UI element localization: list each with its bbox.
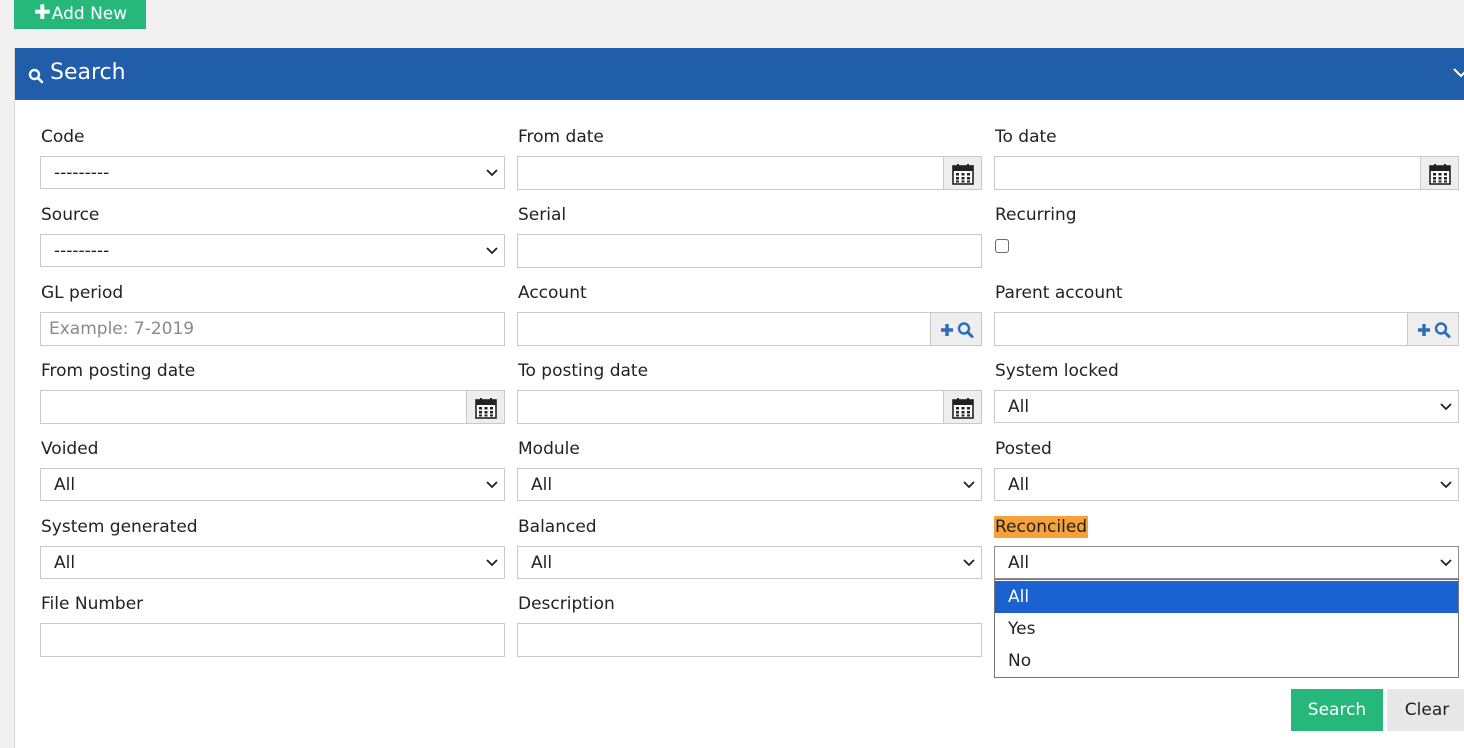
description-label: Description [518,594,615,614]
balanced-select[interactable]: All [517,546,982,579]
calendar-icon [952,398,974,419]
account-label: Account [518,283,587,303]
code-select[interactable]: --------- [40,156,505,189]
reconciled-dropdown-list: All Yes No [994,579,1459,678]
plus-icon: ✚ [34,0,51,24]
from-posting-date-calendar-button[interactable] [466,390,505,424]
parent-account-lookup-button[interactable] [1407,312,1459,346]
posted-value: All [1008,475,1030,495]
source-label: Source [41,205,100,225]
from-posting-date-label: From posting date [41,361,196,381]
from-date-label: From date [518,127,604,147]
serial-label: Serial [518,205,567,225]
system-generated-label: System generated [41,517,198,537]
chevron-down-icon [1440,481,1452,489]
add-new-button[interactable]: ✚Add New [14,0,146,29]
voided-label: Voided [41,439,99,459]
chevron-down-icon [1440,403,1452,411]
file-number-input[interactable] [40,623,505,657]
reconciled-value: All [1008,553,1030,573]
recurring-checkbox[interactable] [995,239,1009,253]
file-number-label: File Number [41,594,144,614]
lookup-add-search-icon [1418,322,1451,338]
to-date-calendar-button[interactable] [1420,156,1459,190]
reconciled-label: Reconciled [994,516,1089,538]
system-locked-select[interactable]: All [994,390,1459,423]
module-select[interactable]: All [517,468,982,501]
panel-title: Search [50,60,126,85]
collapse-chevron-icon[interactable] [1453,66,1464,80]
account-lookup-button[interactable] [930,312,982,346]
module-label: Module [518,439,580,459]
from-date-input[interactable] [517,156,982,190]
calendar-icon [1429,164,1451,185]
posted-label: Posted [995,439,1052,459]
from-posting-date-input[interactable] [40,390,505,424]
voided-select[interactable]: All [40,468,505,501]
serial-input[interactable] [517,234,982,268]
system-locked-value: All [1008,397,1030,417]
system-generated-value: All [54,553,76,573]
balanced-value: All [531,553,553,573]
reconciled-option-all[interactable]: All [995,581,1458,613]
chevron-down-icon [963,559,975,567]
calendar-icon [475,398,497,419]
chevron-down-icon [486,481,498,489]
chevron-down-icon [1440,559,1452,567]
search-button[interactable]: Search [1291,689,1383,731]
to-posting-date-calendar-button[interactable] [943,390,982,424]
system-generated-select[interactable]: All [40,546,505,579]
voided-value: All [54,475,76,495]
parent-account-input[interactable] [994,312,1459,346]
parent-account-label: Parent account [995,283,1123,303]
recurring-label: Recurring [995,205,1077,225]
from-date-calendar-button[interactable] [943,156,982,190]
source-select[interactable]: --------- [40,234,505,267]
code-label: Code [41,127,85,147]
reconciled-option-yes[interactable]: Yes [995,613,1458,645]
gl-period-placeholder: Example: 7-2019 [49,319,195,339]
source-select-value: --------- [54,241,110,261]
to-date-label: To date [995,127,1057,147]
account-input[interactable] [517,312,982,346]
search-panel-header[interactable]: Search [15,48,1464,100]
to-date-input[interactable] [994,156,1459,190]
module-value: All [531,475,553,495]
lookup-add-search-icon [941,322,974,338]
code-select-value: --------- [54,163,110,183]
description-input[interactable] [517,623,982,657]
chevron-down-icon [963,481,975,489]
posted-select[interactable]: All [994,468,1459,501]
reconciled-select[interactable]: All [994,546,1459,579]
calendar-icon [952,164,974,185]
to-posting-date-input[interactable] [517,390,982,424]
search-icon [28,68,44,84]
clear-button[interactable]: Clear [1387,689,1464,731]
add-new-label: Add New [51,3,128,24]
chevron-down-icon [486,559,498,567]
system-locked-label: System locked [995,361,1119,381]
balanced-label: Balanced [518,517,597,537]
chevron-down-icon [486,247,498,255]
reconciled-option-no[interactable]: No [995,645,1458,677]
gl-period-input[interactable]: Example: 7-2019 [40,312,505,346]
chevron-down-icon [486,169,498,177]
gl-period-label: GL period [41,283,124,303]
to-posting-date-label: To posting date [518,361,649,381]
